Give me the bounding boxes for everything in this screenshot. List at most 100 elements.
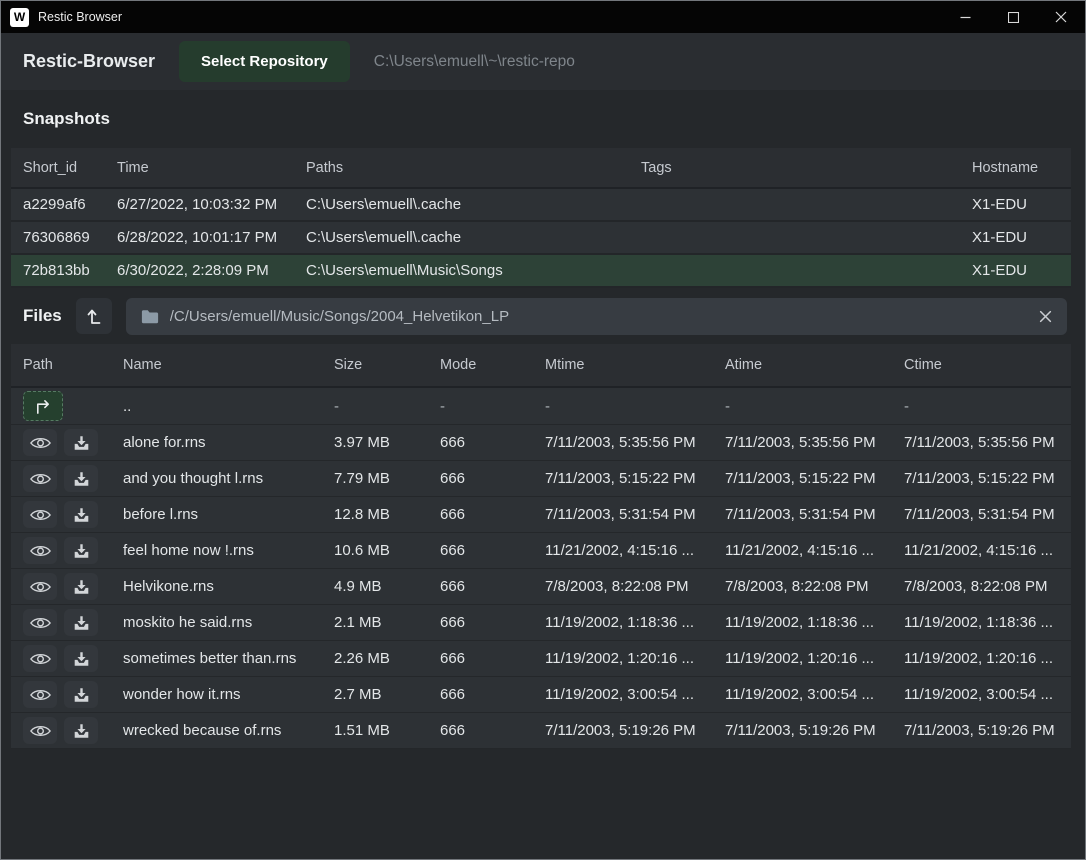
download-file-button[interactable]: [64, 573, 98, 600]
preview-file-button[interactable]: [23, 609, 57, 636]
clear-path-button[interactable]: [1039, 310, 1052, 323]
file-atime: 11/21/2002, 4:15:16 ...: [725, 542, 904, 559]
snapshot-short-id: a2299af6: [23, 196, 117, 213]
download-file-button[interactable]: [64, 717, 98, 744]
column-header-ctime[interactable]: Ctime: [904, 357, 1071, 373]
file-ctime: 7/11/2003, 5:19:26 PM: [904, 722, 1071, 739]
file-atime: 7/11/2003, 5:31:54 PM: [725, 506, 904, 523]
download-file-button[interactable]: [64, 537, 98, 564]
file-mode: 666: [440, 614, 545, 631]
snapshots-table-header: Short_id Time Paths Tags Hostname: [11, 148, 1071, 189]
file-ctime: 11/19/2002, 3:00:54 ...: [904, 686, 1071, 703]
file-row: before l.rns 12.8 MB 666 7/11/2003, 5:31…: [11, 497, 1071, 533]
file-size: 3.97 MB: [334, 434, 440, 451]
download-file-button[interactable]: [64, 645, 98, 672]
preview-file-button[interactable]: [23, 717, 57, 744]
preview-file-button[interactable]: [23, 537, 57, 564]
download-file-button[interactable]: [64, 609, 98, 636]
eye-icon: [30, 508, 51, 522]
file-size: 1.51 MB: [334, 722, 440, 739]
file-atime: 11/19/2002, 1:20:16 ...: [725, 650, 904, 667]
file-mtime: 11/21/2002, 4:15:16 ...: [545, 542, 725, 559]
preview-file-button[interactable]: [23, 681, 57, 708]
snapshot-row-selected[interactable]: 72b813bb 6/30/2022, 2:28:09 PM C:\Users\…: [11, 255, 1071, 288]
snapshots-section-band: Snapshots: [1, 90, 1085, 148]
download-file-button[interactable]: [64, 501, 98, 528]
column-header-atime[interactable]: Atime: [725, 357, 904, 373]
file-mtime: 7/11/2003, 5:31:54 PM: [545, 506, 725, 523]
file-row-actions: [23, 573, 123, 600]
current-path-bar[interactable]: /C/Users/emuell/Music/Songs/2004_Helveti…: [126, 298, 1067, 335]
file-name: Helvikone.rns: [123, 578, 334, 595]
snapshot-paths: C:\Users\emuell\Music\Songs: [306, 262, 641, 279]
eye-icon: [30, 580, 51, 594]
download-icon: [73, 471, 90, 487]
parent-directory-row: .. - - - - -: [11, 388, 1071, 425]
download-icon: [73, 651, 90, 667]
snapshot-hostname: X1-EDU: [972, 262, 1071, 279]
download-file-button[interactable]: [64, 429, 98, 456]
file-row-actions: [23, 645, 123, 672]
download-icon: [73, 507, 90, 523]
file-mode: 666: [440, 542, 545, 559]
maximize-button[interactable]: [989, 1, 1037, 33]
file-row-actions: [23, 429, 123, 456]
preview-file-button[interactable]: [23, 429, 57, 456]
files-table: Path Name Size Mode Mtime Atime Ctime ..…: [11, 344, 1071, 749]
minimize-button[interactable]: [941, 1, 989, 33]
file-mode: -: [440, 398, 545, 415]
file-size: 2.7 MB: [334, 686, 440, 703]
eye-icon: [30, 688, 51, 702]
column-header-path[interactable]: Path: [23, 357, 123, 373]
file-mtime: 7/11/2003, 5:15:22 PM: [545, 470, 725, 487]
file-size: 2.26 MB: [334, 650, 440, 667]
app-window: W Restic Browser Restic-Browser Select R…: [0, 0, 1086, 860]
snapshot-paths: C:\Users\emuell\.cache: [306, 196, 641, 213]
preview-file-button[interactable]: [23, 465, 57, 492]
snapshot-time: 6/27/2022, 10:03:32 PM: [117, 196, 306, 213]
download-file-button[interactable]: [64, 465, 98, 492]
column-header-hostname[interactable]: Hostname: [972, 160, 1071, 176]
column-header-short-id[interactable]: Short_id: [23, 160, 117, 176]
folder-icon: [141, 309, 159, 324]
file-row-actions: [23, 537, 123, 564]
files-table-header: Path Name Size Mode Mtime Atime Ctime: [11, 344, 1071, 388]
file-ctime: 11/19/2002, 1:20:16 ...: [904, 650, 1071, 667]
eye-icon: [30, 616, 51, 630]
file-ctime: 7/11/2003, 5:31:54 PM: [904, 506, 1071, 523]
file-mode: 666: [440, 650, 545, 667]
snapshot-row[interactable]: 76306869 6/28/2022, 10:01:17 PM C:\Users…: [11, 222, 1071, 255]
file-atime: 11/19/2002, 3:00:54 ...: [725, 686, 904, 703]
file-size: 10.6 MB: [334, 542, 440, 559]
column-header-name[interactable]: Name: [123, 357, 334, 373]
eye-icon: [30, 724, 51, 738]
close-button[interactable]: [1037, 1, 1085, 33]
column-header-paths[interactable]: Paths: [306, 160, 641, 176]
file-mode: 666: [440, 470, 545, 487]
file-name: before l.rns: [123, 506, 334, 523]
file-ctime: 7/11/2003, 5:35:56 PM: [904, 434, 1071, 451]
window-title: Restic Browser: [38, 10, 122, 24]
go-to-parent-button[interactable]: [23, 391, 63, 421]
repository-path-text: C:\Users\emuell\~\restic-repo: [374, 53, 575, 71]
snapshot-hostname: X1-EDU: [972, 229, 1071, 246]
column-header-time[interactable]: Time: [117, 160, 306, 176]
snapshot-row[interactable]: a2299af6 6/27/2022, 10:03:32 PM C:\Users…: [11, 189, 1071, 222]
column-header-mode[interactable]: Mode: [440, 357, 545, 373]
file-ctime: -: [904, 398, 1071, 415]
file-row-actions: [23, 609, 123, 636]
column-header-mtime[interactable]: Mtime: [545, 357, 725, 373]
download-file-button[interactable]: [64, 681, 98, 708]
file-mtime: 11/19/2002, 1:20:16 ...: [545, 650, 725, 667]
download-icon: [73, 687, 90, 703]
eye-icon: [30, 544, 51, 558]
column-header-tags[interactable]: Tags: [641, 160, 972, 176]
preview-file-button[interactable]: [23, 501, 57, 528]
select-repository-button[interactable]: Select Repository: [179, 41, 350, 82]
column-header-size[interactable]: Size: [334, 357, 440, 373]
preview-file-button[interactable]: [23, 645, 57, 672]
file-ctime: 11/19/2002, 1:18:36 ...: [904, 614, 1071, 631]
navigate-up-button[interactable]: [76, 298, 112, 334]
file-row-actions: [23, 681, 123, 708]
preview-file-button[interactable]: [23, 573, 57, 600]
